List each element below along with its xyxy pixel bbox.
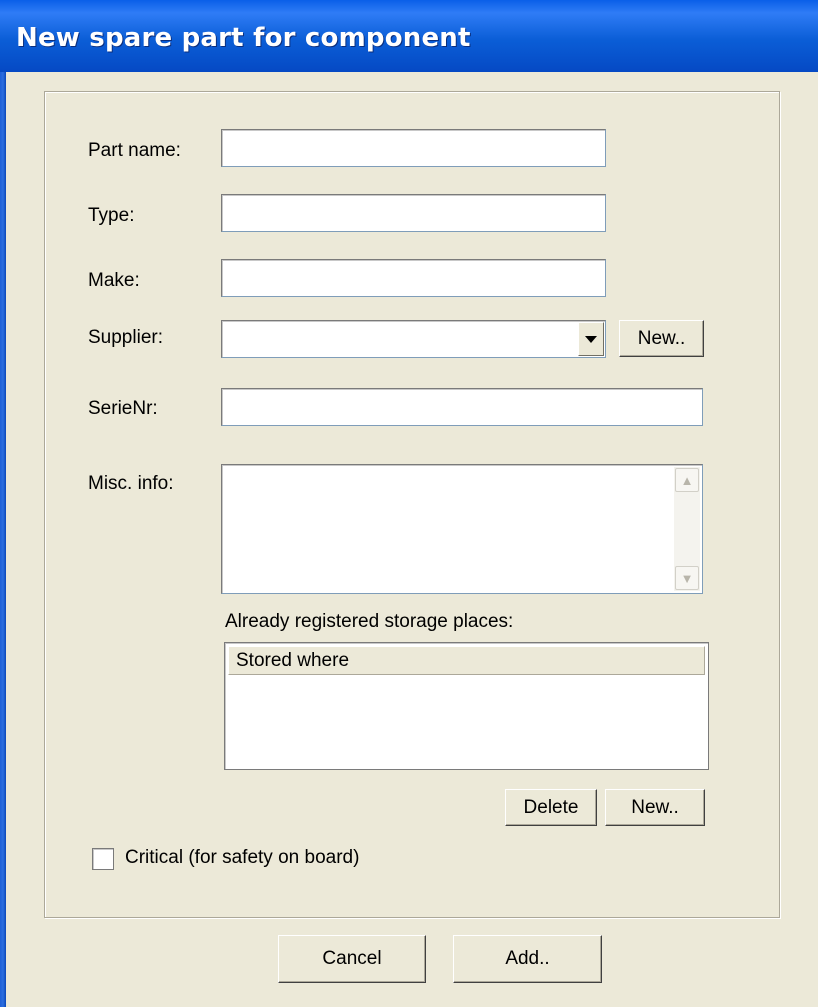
window-title: New spare part for component [16, 23, 471, 53]
supplier-dropdown-button[interactable] [578, 322, 604, 356]
storage-places-list[interactable]: Stored where [224, 642, 709, 770]
part-name-label: Part name: [88, 140, 181, 161]
scroll-up-icon[interactable]: ▲ [675, 468, 699, 492]
add-button[interactable]: Add.. [453, 935, 602, 983]
make-label: Make: [88, 270, 140, 291]
new-storage-button[interactable]: New.. [605, 789, 705, 826]
part-name-input[interactable] [221, 129, 606, 167]
misc-info-textarea[interactable]: ▲ ▼ [221, 464, 703, 594]
new-supplier-button[interactable]: New.. [619, 320, 704, 357]
make-input[interactable] [221, 259, 606, 297]
cancel-button[interactable]: Cancel [278, 935, 426, 983]
critical-label[interactable]: Critical (for safety on board) [125, 847, 359, 869]
type-input[interactable] [221, 194, 606, 232]
supplier-combobox[interactable] [221, 320, 606, 358]
misc-info-label: Misc. info: [88, 473, 174, 494]
critical-checkbox[interactable] [92, 848, 114, 870]
supplier-label: Supplier: [88, 327, 163, 348]
chevron-down-icon [585, 335, 597, 343]
scroll-down-icon[interactable]: ▼ [675, 566, 699, 590]
window-frame-left [0, 72, 6, 1007]
column-header-stored-where[interactable]: Stored where [228, 646, 705, 675]
serie-nr-input[interactable] [221, 388, 703, 426]
title-bar[interactable]: New spare part for component [0, 0, 818, 72]
delete-storage-button[interactable]: Delete [505, 789, 597, 826]
serie-nr-label: SerieNr: [88, 398, 158, 419]
misc-info-scrollbar[interactable]: ▲ ▼ [674, 467, 700, 591]
storage-places-label: Already registered storage places: [225, 611, 514, 632]
type-label: Type: [88, 205, 135, 226]
